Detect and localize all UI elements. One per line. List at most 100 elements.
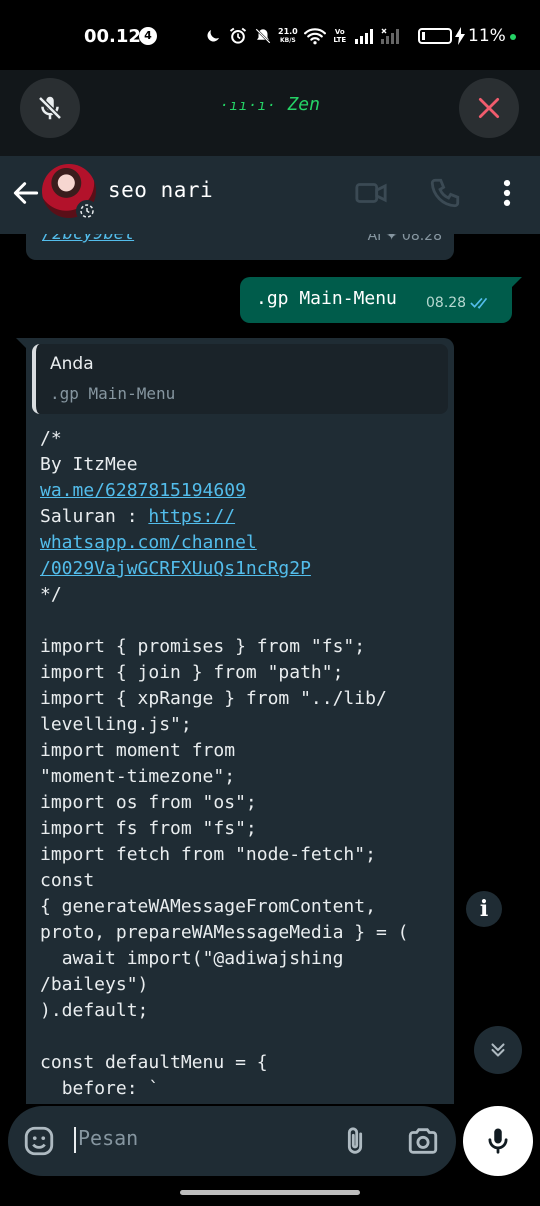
message-text: before: `	[40, 1078, 160, 1099]
message-line: "moment-timezone";	[40, 764, 444, 790]
message-text: import os from "os";	[40, 792, 257, 813]
outgoing-message-time: 08.28	[426, 295, 467, 311]
system-nav-bar	[0, 1184, 540, 1206]
mic-icon	[488, 1128, 508, 1154]
alarm-icon	[229, 27, 247, 44]
voice-message-button[interactable]	[463, 1106, 533, 1176]
message-text: import moment from	[40, 740, 236, 761]
message-text: import { xpRange } from "../lib/	[40, 688, 387, 709]
info-icon[interactable]: i	[466, 891, 502, 927]
wifi-icon	[303, 28, 326, 45]
contact-avatar[interactable]	[42, 164, 98, 222]
message-text: import fs from "fs";	[40, 818, 257, 839]
message-link[interactable]: https://	[148, 506, 235, 527]
message-text: await import("@adiwajshing	[40, 948, 344, 969]
quoted-author: Anda	[50, 354, 94, 374]
message-line: proto, prepareWAMessageMedia } = (	[40, 920, 444, 946]
double-check-read-icon	[470, 297, 488, 309]
video-call-icon[interactable]	[354, 176, 388, 210]
incoming-message-bubble[interactable]: Anda .gp Main-Menu /* By ItzMee wa.me/6287…	[16, 338, 454, 1104]
message-text: const defaultMenu = {	[40, 1052, 268, 1073]
message-line: ).default;	[40, 998, 444, 1024]
message-line: levelling.js";	[40, 712, 444, 738]
camera-icon[interactable]	[406, 1124, 440, 1158]
message-line: import moment from	[40, 738, 444, 764]
message-text: proto, prepareWAMessageMedia } = (	[40, 922, 409, 943]
message-line: import { promises } from "fs";	[40, 634, 444, 660]
ongoing-call-banner[interactable]: ·ıı·ı· Zen	[0, 70, 540, 156]
home-gesture-handle[interactable]	[180, 1190, 360, 1195]
message-list[interactable]: /2bcy9bel AI ✦ 08.28 .gp Main-Menu 08.28…	[0, 234, 540, 1104]
message-text: import { promises } from "fs";	[40, 636, 366, 657]
signal-sim2-icon	[380, 28, 399, 44]
previous-message-meta: AI ✦ 08.28	[367, 234, 442, 244]
attach-icon[interactable]	[338, 1124, 372, 1158]
double-chevron-down-icon	[491, 1043, 505, 1057]
end-call-button[interactable]	[459, 78, 519, 138]
message-text: { generateWAMessageFromContent,	[40, 896, 376, 917]
message-line: whatsapp.com/channel	[40, 530, 444, 556]
message-text: const	[40, 870, 95, 891]
message-text: /baileys")	[40, 974, 149, 995]
call-audio-wave-icon: ·ıı·ı·	[220, 98, 277, 114]
message-line: import fetch from "node-fetch";	[40, 842, 444, 868]
moon-icon	[207, 30, 219, 42]
back-arrow-icon[interactable]	[10, 177, 42, 209]
more-vert-icon[interactable]	[490, 176, 524, 210]
chat-header: seo nari	[0, 156, 540, 234]
message-line: import fs from "fs";	[40, 816, 444, 842]
message-text: By ItzMee	[40, 454, 138, 475]
message-line: */	[40, 582, 444, 608]
message-line: { generateWAMessageFromContent,	[40, 894, 444, 920]
message-link[interactable]: /0029VajwGCRFXUuQs1ncRg2P	[40, 558, 311, 579]
message-text: "moment-timezone";	[40, 766, 236, 787]
scroll-to-bottom-button[interactable]	[474, 1026, 522, 1074]
outgoing-message-meta: 08.28	[426, 295, 492, 311]
previous-message-bubble[interactable]: /2bcy9bel AI ✦ 08.28	[26, 234, 454, 260]
previous-message-link[interactable]: /2bcy9bel	[42, 234, 134, 244]
mute-bell-icon	[255, 28, 271, 44]
contact-name[interactable]: seo nari	[108, 178, 213, 202]
status-time: 00.12	[84, 26, 141, 47]
message-line: const defaultMenu = {	[40, 1050, 444, 1076]
message-line	[40, 608, 444, 634]
message-line: const	[40, 868, 444, 894]
outgoing-message-bubble[interactable]: .gp Main-Menu 08.28	[240, 277, 522, 323]
message-body: /* By ItzMee wa.me/6287815194609 Saluran : …	[40, 426, 444, 1102]
signal-icon	[354, 29, 373, 44]
privacy-dot-icon	[510, 34, 516, 40]
message-line: /baileys")	[40, 972, 444, 998]
voice-call-icon[interactable]	[428, 176, 462, 210]
message-line	[40, 1024, 444, 1050]
message-text: /*	[40, 428, 62, 449]
message-text: */	[40, 584, 62, 605]
message-line: import { xpRange } from "../lib/	[40, 686, 444, 712]
message-line: wa.me/6287815194609	[40, 478, 444, 504]
notification-count-badge: 4	[139, 27, 157, 45]
message-line: /0029VajwGCRFXUuQs1ncRg2P	[40, 556, 444, 582]
message-link[interactable]: wa.me/6287815194609	[40, 480, 246, 501]
message-line: /*	[40, 426, 444, 452]
status-bar: 00.12 4 21.0 KB/S Vo LTE 11%	[0, 0, 540, 70]
message-line: Saluran : https://	[40, 504, 444, 530]
quoted-text: .gp Main-Menu	[50, 384, 176, 403]
outgoing-message-text: .gp Main-Menu	[256, 288, 397, 309]
volte-indicator: Vo LTE	[333, 28, 347, 44]
message-text: import { join } from "path";	[40, 662, 344, 683]
quoted-message[interactable]: Anda .gp Main-Menu	[32, 344, 448, 414]
status-ring-icon	[76, 200, 98, 222]
message-link[interactable]: whatsapp.com/channel	[40, 532, 257, 553]
message-line: import os from "os";	[40, 790, 444, 816]
message-line: before: `	[40, 1076, 444, 1102]
message-line: By ItzMee	[40, 452, 444, 478]
call-end-icon	[478, 97, 500, 119]
message-text: import fetch from "node-fetch";	[40, 844, 376, 865]
compose-bar: Pesan	[0, 1104, 540, 1184]
sticker-icon[interactable]	[22, 1124, 56, 1158]
battery-percent: 11%	[468, 26, 506, 46]
charging-icon	[455, 27, 465, 45]
message-text: ).default;	[40, 1000, 149, 1021]
message-input-container[interactable]: Pesan	[8, 1106, 456, 1176]
message-input[interactable]: Pesan	[73, 1126, 138, 1153]
message-line: await import("@adiwajshing	[40, 946, 444, 972]
